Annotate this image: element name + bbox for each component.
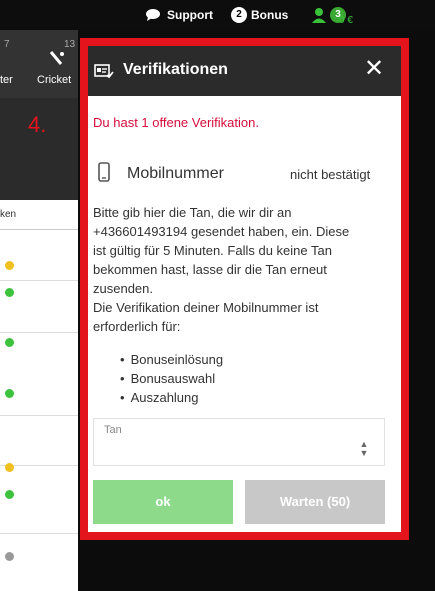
tan-input[interactable]: Tan ▲ ▼ [93,418,385,466]
sport-nav: 7 ter 13 Cricket [0,30,78,98]
list-item: Auszahlung [120,388,223,407]
description-line: +436601493194 gesendet haben, ein. Diese [93,224,350,239]
sport-count: 13 [64,39,76,50]
description-line: erforderlich für: [93,319,181,334]
bonus-label: Bonus [251,8,289,22]
account-balance: 0 € [339,15,353,26]
modal-title: Verifikationen [123,61,228,78]
status-dot [5,288,14,297]
status-dot [5,463,14,472]
support-label: Support [167,8,213,22]
cricket-icon [49,51,64,65]
phone-icon [98,162,110,182]
bonus-count-badge: 2 [231,7,247,23]
list-item [0,415,78,416]
status-dot [5,338,14,347]
list-item: Bonuseinlösung [120,350,224,369]
sport-label[interactable]: ter [0,74,13,86]
verification-modal: Verifikationen ✕ Du hast 1 offene Verifi… [80,38,409,540]
status-dot [5,389,14,398]
match-list: ken [0,200,78,591]
list-item: Bonusauswahl [120,369,223,388]
close-icon[interactable]: ✕ [364,57,384,81]
description-line: zusenden. [93,281,153,296]
id-card-icon [94,64,114,79]
user-icon [312,8,326,23]
description-line: Bitte gib hier die Tan, die wir dir an [93,205,292,220]
chat-icon [146,9,160,21]
list-item [0,280,78,281]
sport-count: 7 [4,39,10,50]
ok-button[interactable]: ok [93,480,233,524]
modal-header: Verifikationen ✕ [88,46,401,96]
list-header: ken [0,200,78,230]
sport-label[interactable]: Cricket [37,74,71,86]
requirements-list: Bonuseinlösung Bonusauswahl Auszahlung [120,350,224,407]
phone-label: Mobilnummer [127,165,224,182]
status-dot [5,552,14,561]
status-dot [5,261,14,270]
bonus-link[interactable]: 2 Bonus [231,0,288,30]
list-item [0,332,78,333]
verification-description: Bitte gib hier die Tan, die wir dir an +… [93,203,393,336]
description-line: ist gültig für 5 Minuten. Falls du keine… [93,243,332,258]
list-item [0,533,78,534]
resend-wait-button: Warten (50) [245,480,385,524]
description-line: bekommen hast, lasse dir die Tan erneut [93,262,327,277]
status-dot [5,490,14,499]
description-line: Die Verifikation deiner Mobilnummer ist [93,300,319,315]
support-link[interactable]: Support [145,0,213,30]
verification-alert: Du hast 1 offene Verifikation. [93,115,259,130]
top-bar: Support 2 Bonus 3 0 € [0,0,435,30]
tan-placeholder: Tan [104,424,122,436]
number-stepper-icon[interactable]: ▲ ▼ [355,440,373,458]
phone-status: nicht bestätigt [290,167,371,182]
step-marker: 4. [28,112,47,137]
